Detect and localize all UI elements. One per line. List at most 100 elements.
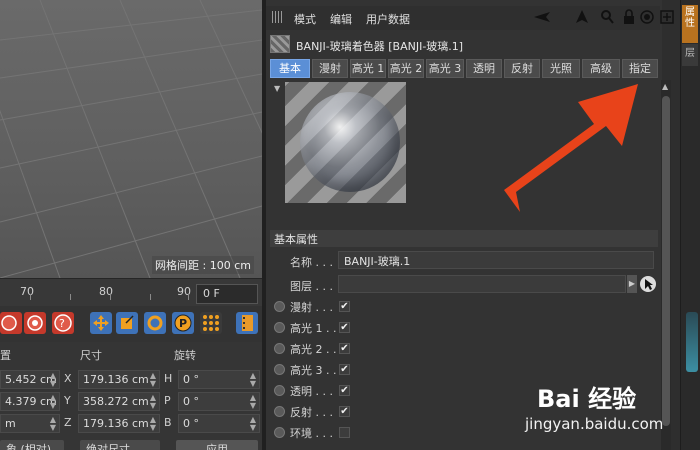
tab-diffusion[interactable]: 漫射 bbox=[312, 59, 348, 78]
position-y-field[interactable]: 4.379 cm ▲ ▼ bbox=[0, 392, 60, 411]
channel-specular3-checkbox[interactable]: ✔ bbox=[339, 364, 350, 375]
scrollbar-thumb[interactable] bbox=[662, 96, 670, 426]
tick-mark bbox=[150, 294, 151, 300]
stepper-icon[interactable]: ▲ ▼ bbox=[250, 372, 256, 388]
stepper-icon[interactable]: ▲ ▼ bbox=[50, 372, 56, 388]
rotate-keys-icon[interactable] bbox=[144, 312, 166, 334]
stepper-icon[interactable]: ▲ ▼ bbox=[150, 394, 156, 410]
stepper-icon[interactable]: ▲ ▼ bbox=[250, 394, 256, 410]
stepper-icon[interactable]: ▲ ▼ bbox=[150, 416, 156, 432]
new-panel-icon[interactable] bbox=[660, 10, 674, 27]
rotation-axis-label: P bbox=[164, 394, 171, 407]
coordinate-mode-dropdown[interactable]: 象 (相对) bbox=[0, 440, 64, 450]
menu-user-data[interactable]: 用户数据 bbox=[366, 11, 410, 27]
rotation-b-field[interactable]: 0 ° ▲ ▼ bbox=[178, 414, 260, 433]
channel-specular1-checkbox[interactable]: ✔ bbox=[339, 322, 350, 333]
size-y-value: 358.272 cm bbox=[83, 395, 149, 408]
3d-viewport[interactable]: 网格间距 : 100 cm bbox=[0, 0, 262, 278]
target-icon[interactable] bbox=[640, 10, 654, 27]
position-z-field[interactable]: m ▲ ▼ bbox=[0, 414, 60, 433]
position-x-field[interactable]: 5.452 cm ▲ ▼ bbox=[0, 370, 60, 389]
rotation-h-field[interactable]: 0 ° ▲ ▼ bbox=[178, 370, 260, 389]
glass-sphere-preview bbox=[300, 92, 400, 192]
channel-specular1-label: 高光 1 . . bbox=[290, 322, 337, 335]
stepper-icon[interactable]: ▲ ▼ bbox=[50, 394, 56, 410]
stepper-icon[interactable]: ▲ ▼ bbox=[50, 416, 56, 432]
up-arrow-icon[interactable] bbox=[575, 9, 589, 28]
size-axis-label: Z bbox=[64, 416, 72, 429]
channel-environment-checkbox[interactable] bbox=[339, 427, 350, 438]
collapse-triangle-icon[interactable]: ▼ bbox=[274, 84, 280, 93]
size-z-field[interactable]: 179.136 cm ▲ ▼ bbox=[78, 414, 160, 433]
size-x-field[interactable]: 179.136 cm ▲ ▼ bbox=[78, 370, 160, 389]
scroll-up-icon[interactable]: ▲ bbox=[662, 82, 668, 91]
menu-mode[interactable]: 模式 bbox=[294, 11, 316, 27]
rotation-p-value: 0 ° bbox=[183, 395, 199, 408]
move-keys-icon[interactable] bbox=[90, 312, 112, 334]
side-tab-layers[interactable]: 层 bbox=[682, 44, 698, 66]
side-tab-attributes[interactable]: 属性 bbox=[682, 5, 698, 43]
rotation-header: 旋转 bbox=[174, 349, 196, 362]
rotation-b-value: 0 ° bbox=[183, 417, 199, 430]
annotation-arrow-icon bbox=[504, 84, 638, 212]
channel-specular3-label: 高光 3 . . bbox=[290, 364, 337, 377]
name-field[interactable]: BANJI-玻璃.1 bbox=[338, 251, 654, 269]
pick-cursor-icon[interactable] bbox=[639, 275, 657, 296]
position-header: 置 bbox=[0, 349, 11, 362]
svg-text:P: P bbox=[179, 317, 187, 330]
keyframe-help-icon[interactable]: ? bbox=[52, 312, 74, 334]
side-meter bbox=[686, 312, 698, 372]
tick-mark bbox=[30, 294, 31, 300]
animate-radio[interactable] bbox=[274, 343, 285, 354]
record-keys-icon[interactable] bbox=[0, 312, 22, 334]
autokey-icon[interactable] bbox=[24, 312, 46, 334]
manager-side-tabs bbox=[680, 0, 700, 450]
apply-button[interactable]: 应用 bbox=[176, 440, 258, 450]
rotation-p-field[interactable]: 0 ° ▲ ▼ bbox=[178, 392, 260, 411]
animate-radio[interactable] bbox=[274, 406, 285, 417]
animate-radio[interactable] bbox=[274, 301, 285, 312]
section-basic-properties: 基本属性 bbox=[270, 230, 658, 247]
layer-field[interactable] bbox=[338, 275, 626, 293]
channel-specular2-checkbox[interactable]: ✔ bbox=[339, 343, 350, 354]
tab-basic[interactable]: 基本 bbox=[270, 59, 310, 78]
size-axis-label: X bbox=[64, 372, 72, 385]
tab-specular-1[interactable]: 高光 1 bbox=[350, 59, 386, 78]
channel-specular2-label: 高光 2 . . bbox=[290, 343, 337, 356]
material-thumbnail-icon bbox=[270, 35, 290, 53]
point-level-icon[interactable] bbox=[200, 312, 222, 334]
size-header: 尺寸 bbox=[80, 349, 102, 362]
layer-menu-arrow-icon[interactable]: ▶ bbox=[627, 275, 637, 293]
position-z-value: m bbox=[5, 417, 16, 430]
parameter-keys-icon[interactable]: P bbox=[172, 312, 194, 334]
animate-radio[interactable] bbox=[274, 427, 285, 438]
back-arrow-icon[interactable] bbox=[532, 10, 552, 27]
size-z-value: 179.136 cm bbox=[83, 417, 149, 430]
search-icon[interactable] bbox=[600, 9, 614, 28]
rotation-axis-label: H bbox=[164, 372, 173, 385]
channel-reflection-checkbox[interactable]: ✔ bbox=[339, 406, 350, 417]
film-strip-icon[interactable] bbox=[236, 312, 258, 334]
animate-radio[interactable] bbox=[274, 385, 285, 396]
tab-specular-3[interactable]: 高光 3 bbox=[426, 59, 464, 78]
animate-radio[interactable] bbox=[274, 322, 285, 333]
drag-handle-icon[interactable] bbox=[272, 11, 284, 23]
tab-specular-2[interactable]: 高光 2 bbox=[388, 59, 424, 78]
watermark-url: jingyan.baidu.com bbox=[525, 415, 664, 433]
stepper-icon[interactable]: ▲ ▼ bbox=[250, 416, 256, 432]
menu-edit[interactable]: 编辑 bbox=[330, 11, 352, 27]
current-frame-field[interactable]: 0 F bbox=[196, 284, 258, 304]
tick-mark bbox=[188, 294, 189, 300]
size-y-field[interactable]: 358.272 cm ▲ ▼ bbox=[78, 392, 160, 411]
stepper-icon[interactable]: ▲ ▼ bbox=[150, 372, 156, 388]
lock-icon[interactable] bbox=[623, 9, 635, 28]
size-x-value: 179.136 cm bbox=[83, 373, 149, 386]
grid-spacing-label: 网格间距 : 100 cm bbox=[152, 256, 254, 274]
size-mode-dropdown[interactable]: 绝对尺寸 bbox=[80, 440, 160, 450]
rotation-axis-label: B bbox=[164, 416, 172, 429]
channel-transparency-checkbox[interactable]: ✔ bbox=[339, 385, 350, 396]
animate-radio[interactable] bbox=[274, 364, 285, 375]
channel-diffusion-checkbox[interactable]: ✔ bbox=[339, 301, 350, 312]
scale-keys-icon[interactable] bbox=[116, 312, 138, 334]
timeline-tick: 70 bbox=[20, 285, 34, 298]
